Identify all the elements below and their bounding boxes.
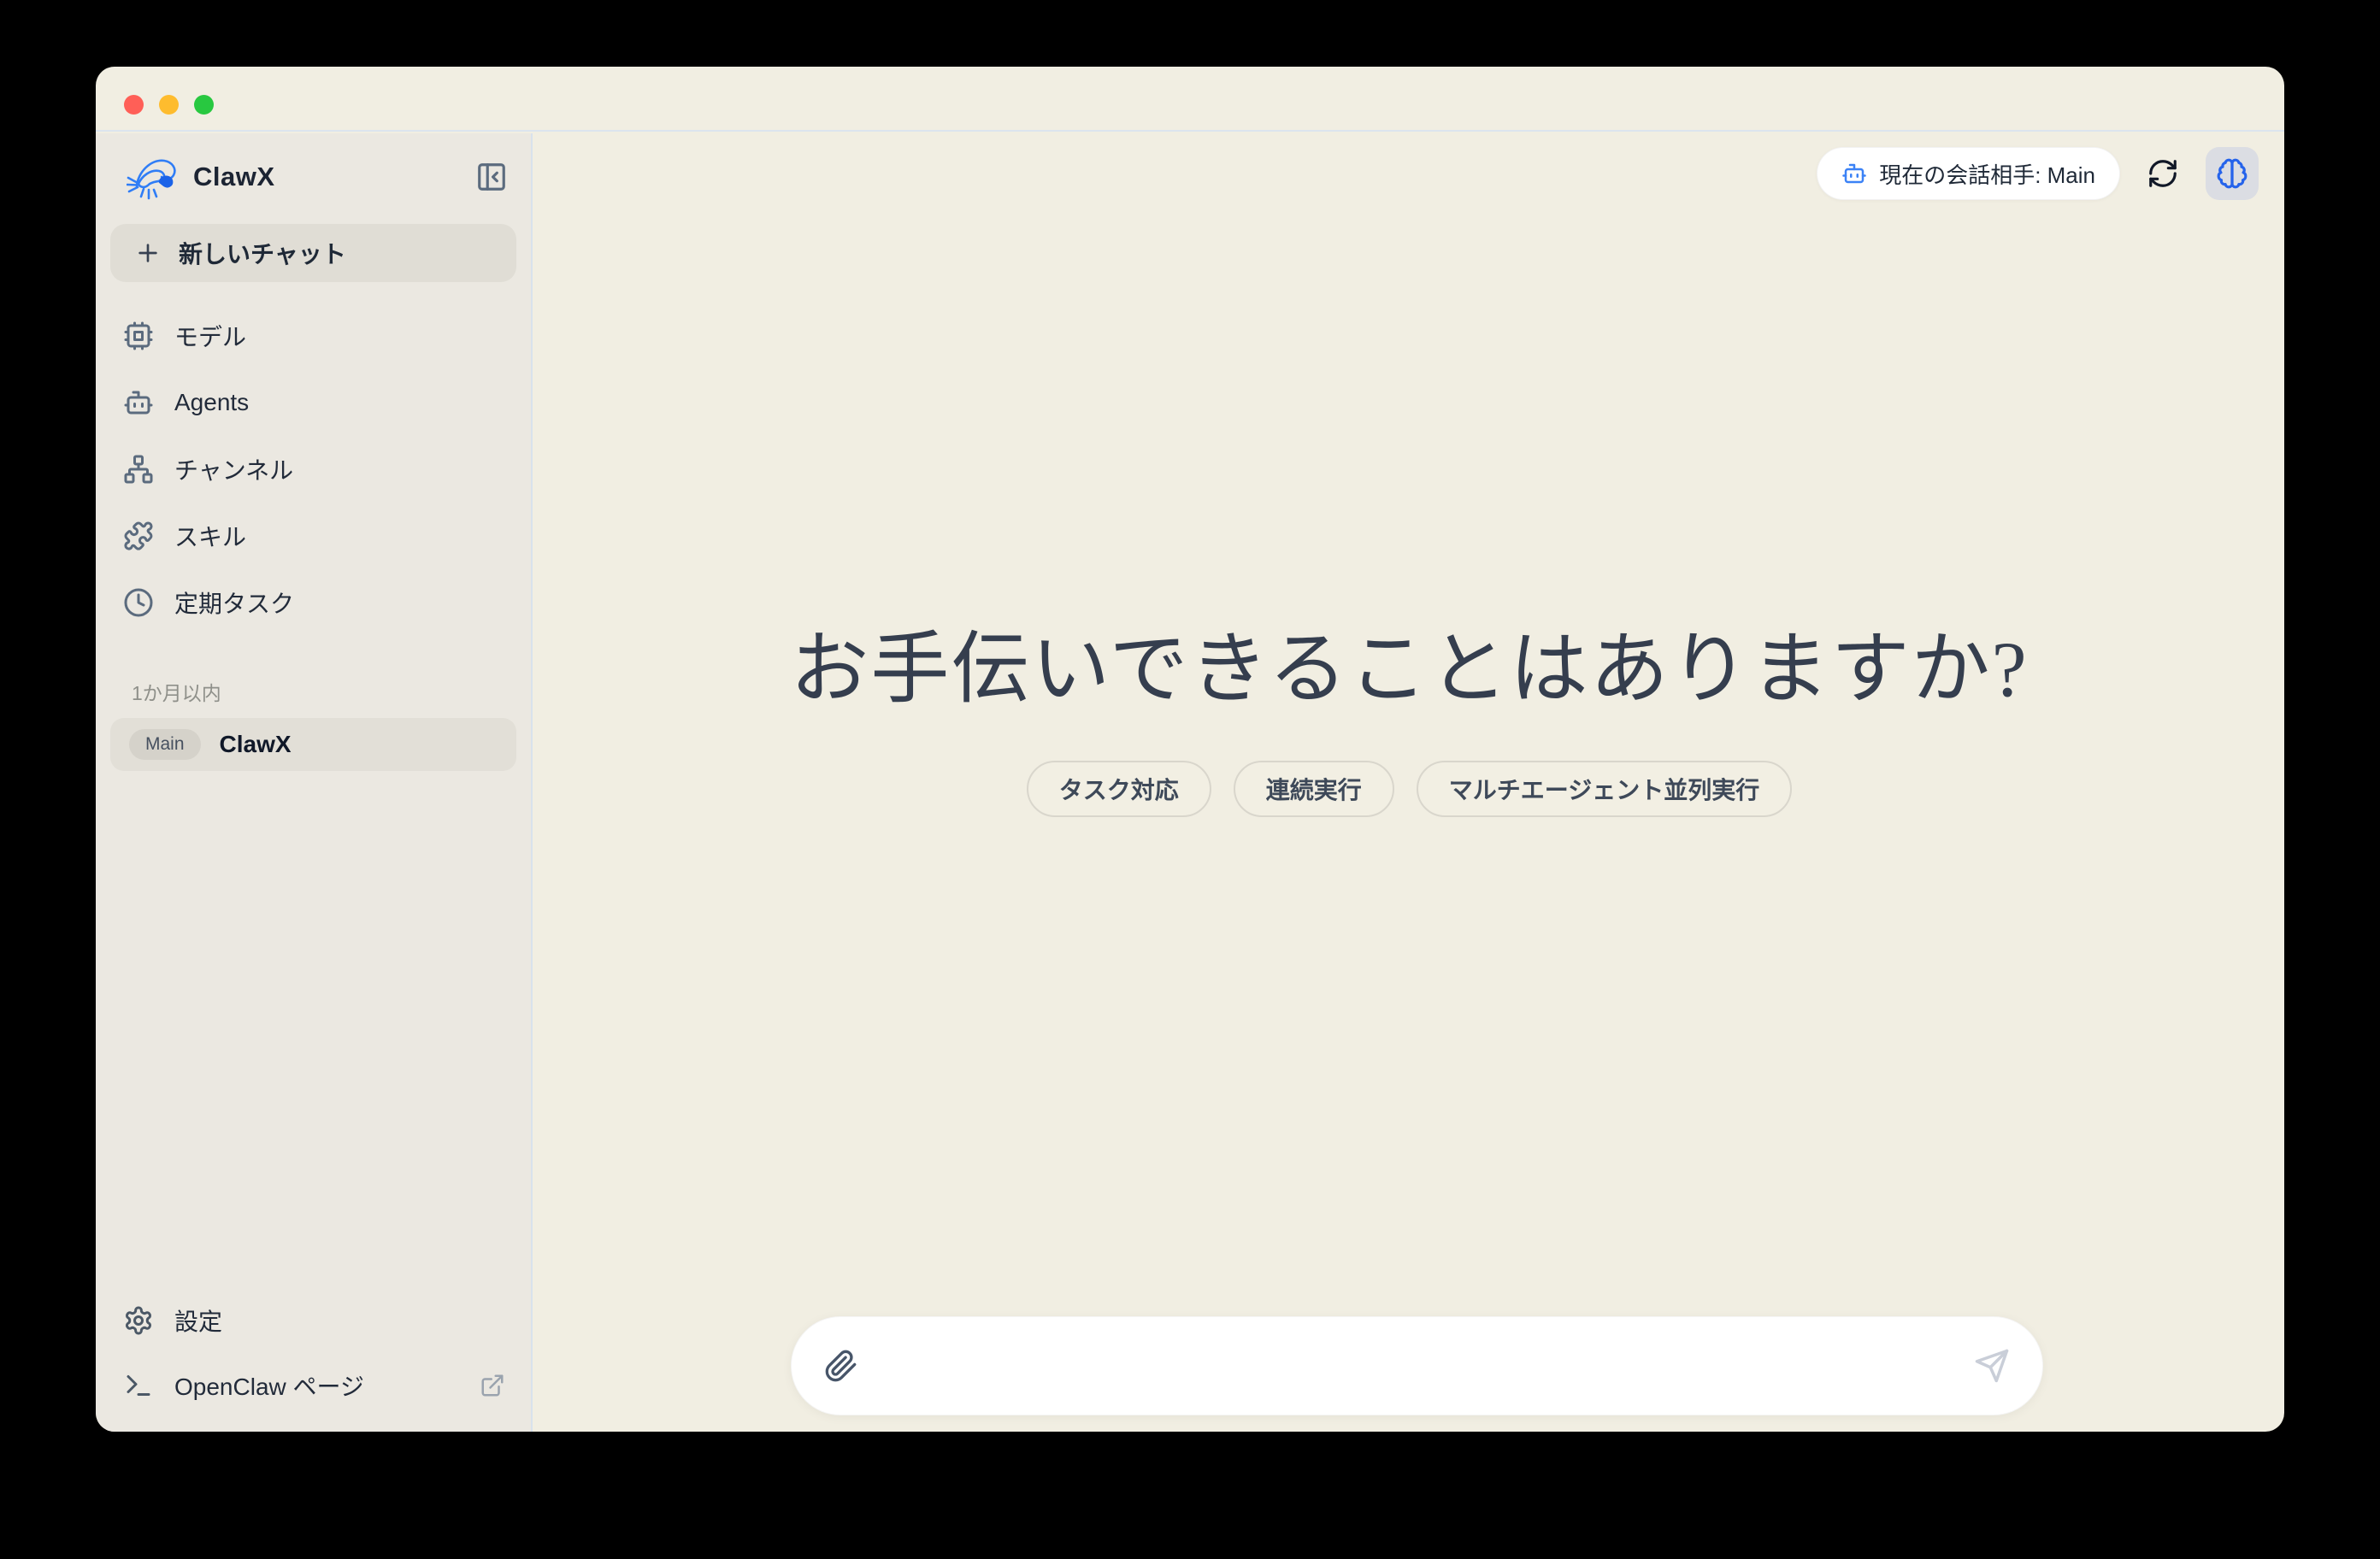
current-conversation-pill[interactable]: 現在の会話相手: Main [1817,147,2120,200]
agent-badge: Main [129,729,201,760]
panel-left-close-icon [475,161,508,193]
sidebar-item-settings[interactable]: 設定 [96,1288,531,1353]
bot-icon [123,387,154,418]
message-input[interactable] [879,1352,1953,1380]
sidebar: ClawX 新しいチャット [96,133,533,1432]
brain-icon [2216,157,2248,190]
cpu-icon [123,321,154,351]
message-composer [791,1316,2043,1415]
traffic-lights [124,95,214,115]
sidebar-item-channels[interactable]: チャンネル [96,436,531,503]
suggestion-multi-agent-parallel[interactable]: マルチエージェント並列実行 [1417,761,1792,817]
gateway-status: ゲートウェイ 接続済み | ポート: 18789 | pid: 69319 [810,1429,1304,1432]
sidebar-item-label: スキル [174,519,246,553]
sidebar-item-models[interactable]: モデル [96,303,531,369]
current-conversation-label: 現在の会話相手: Main [1879,158,2095,190]
sidebar-item-agents[interactable]: Agents [96,369,531,436]
minimize-window-button[interactable] [159,95,179,115]
header-controls: 現在の会話相手: Main [1817,147,2259,200]
network-icon [123,454,154,485]
app-window: ClawX 新しいチャット [96,67,2284,1432]
refresh-icon [2147,157,2179,190]
new-chat-button[interactable]: 新しいチャット [110,224,516,282]
gear-icon [123,1305,154,1336]
suggestion-pills: タスク対応 連続実行 マルチエージェント並列実行 [534,761,2284,817]
refresh-button[interactable] [2142,153,2183,194]
sidebar-item-skills[interactable]: スキル [96,503,531,569]
clock-icon [123,587,154,618]
attach-file-button[interactable] [824,1349,858,1383]
memory-button[interactable] [2206,147,2259,200]
send-button[interactable] [1974,1348,2010,1384]
close-window-button[interactable] [124,95,144,115]
external-link-icon [480,1373,505,1398]
sidebar-item-label: モデル [174,319,246,353]
gateway-status-text: ゲートウェイ 接続済み | ポート: 18789 | pid: 69319 [834,1429,1304,1432]
paperclip-icon [824,1349,858,1383]
zoom-window-button[interactable] [194,95,214,115]
sidebar-item-label: OpenClaw ページ [174,1368,364,1403]
app-title: ClawX [193,162,275,192]
new-chat-label: 新しいチャット [179,236,346,270]
history-section-label: 1か月以内 [96,677,531,706]
clawx-lobster-logo-icon [127,152,181,202]
sidebar-item-openclaw-page[interactable]: OpenClaw ページ [96,1353,531,1418]
send-icon [1974,1348,2010,1384]
greeting-heading: お手伝いできることはありますか? [534,605,2284,719]
chat-title: ClawX [220,731,292,758]
bot-icon [1841,161,1867,186]
sidebar-header: ClawX [96,133,531,202]
puzzle-icon [123,521,154,551]
terminal-icon [123,1370,154,1401]
sidebar-footer: 設定 OpenClaw ページ [96,1288,531,1418]
sidebar-item-label: Agents [174,389,249,416]
chat-history-item[interactable]: Main ClawX [110,718,516,771]
sidebar-item-scheduled-tasks[interactable]: 定期タスク [96,569,531,636]
title-bar[interactable] [96,67,2284,132]
sidebar-collapse-button[interactable] [474,160,509,194]
plus-icon [134,239,162,267]
sidebar-item-label: 定期タスク [174,585,294,620]
sidebar-item-label: チャンネル [174,452,293,486]
sidebar-nav: モデル Agents [96,303,531,636]
suggestion-continuous-run[interactable]: 連続実行 [1234,761,1394,817]
sidebar-item-label: 設定 [174,1303,222,1338]
suggestion-task-support[interactable]: タスク対応 [1027,761,1211,817]
